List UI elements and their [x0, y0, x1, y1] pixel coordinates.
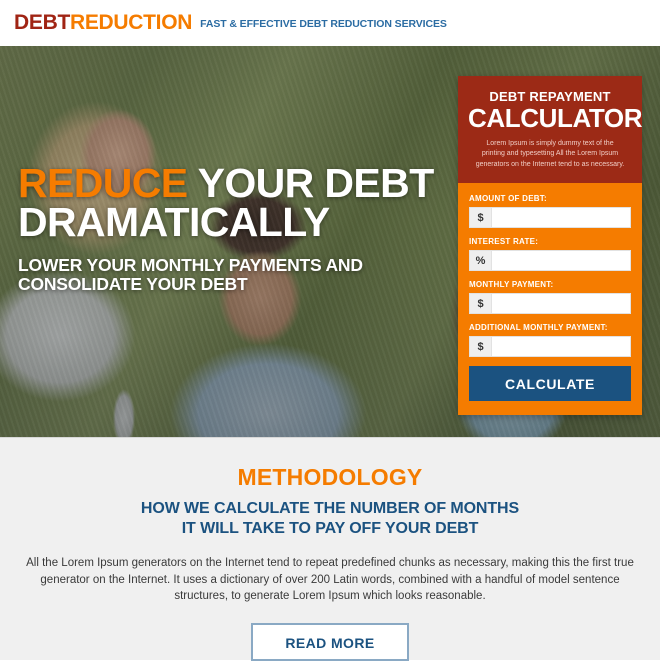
- label-amount-of-debt: AMOUNT OF DEBT:: [469, 194, 547, 204]
- methodology-subtitle-line2: IT WILL TAKE TO PAY OFF YOUR DEBT: [181, 520, 479, 537]
- currency-prefix-icon: $: [470, 294, 492, 314]
- percent-prefix-icon: %: [470, 251, 492, 271]
- hero-copy: REDUCE YOUR DEBT DRAMATICALLY LOWER YOUR…: [18, 163, 438, 295]
- site-header: DEBTREDUCTION FAST & EFFECTIVE DEBT REDU…: [0, 0, 660, 46]
- calculator-eyebrow: DEBT REPAYMENT: [489, 89, 611, 104]
- logo-word-primary: DEBT: [14, 11, 70, 34]
- field-interest-rate[interactable]: %: [469, 250, 631, 272]
- field-monthly-payment[interactable]: $: [469, 293, 631, 315]
- logo-word-secondary: REDUCTION: [69, 11, 193, 34]
- landing-page: DEBTREDUCTION FAST & EFFECTIVE DEBT REDU…: [0, 0, 660, 661]
- methodology-subtitle-line1: HOW WE CALCULATE THE NUMBER OF MONTHS: [140, 500, 520, 517]
- methodology-body-text: All the Lorem Ipsum generators on the In…: [26, 557, 634, 603]
- monthly-payment-input[interactable]: [492, 294, 630, 314]
- label-interest-rate: INTEREST RATE:: [469, 237, 539, 247]
- calculator-header: DEBT REPAYMENT CALCULATOR Lorem Ipsum is…: [458, 76, 643, 184]
- methodology-subtitle: HOW WE CALCULATE THE NUMBER OF MONTHS IT…: [0, 499, 660, 539]
- hero-headline-line2: DRAMATICALLY: [18, 199, 330, 246]
- debt-repayment-calculator: DEBT REPAYMENT CALCULATOR Lorem Ipsum is…: [458, 76, 643, 416]
- calculator-form: AMOUNT OF DEBT: $ INTEREST RATE: % MONTH…: [458, 183, 642, 416]
- hero-headline: REDUCE YOUR DEBT DRAMATICALLY: [18, 163, 438, 246]
- calculator-description: Lorem Ipsum is simply dummy text of the …: [475, 139, 625, 169]
- site-tagline: FAST & EFFECTIVE DEBT REDUCTION SERVICES: [200, 18, 447, 30]
- currency-prefix-icon: $: [470, 208, 492, 228]
- site-logo[interactable]: DEBTREDUCTION: [14, 11, 192, 35]
- field-additional-monthly-payment[interactable]: $: [469, 336, 631, 358]
- hero-subheadline-line1: LOWER YOUR MONTHLY PAYMENTS AND: [18, 254, 363, 275]
- hero-subheadline-line2: CONSOLIDATE YOUR DEBT: [18, 274, 248, 295]
- methodology-title: METHODOLOGY: [237, 464, 423, 490]
- calculator-title: CALCULATOR: [468, 103, 643, 133]
- amount-of-debt-input[interactable]: [492, 208, 630, 228]
- label-additional-monthly-payment: ADDITIONAL MONTHLY PAYMENT:: [469, 323, 608, 333]
- currency-prefix-icon: $: [470, 337, 492, 357]
- field-amount-of-debt[interactable]: $: [469, 207, 631, 229]
- label-monthly-payment: MONTHLY PAYMENT:: [469, 280, 554, 290]
- methodology-section: METHODOLOGY HOW WE CALCULATE THE NUMBER …: [0, 437, 660, 661]
- calculate-button[interactable]: CALCULATE: [469, 366, 631, 402]
- hero-subheadline: LOWER YOUR MONTHLY PAYMENTS AND CONSOLID…: [18, 254, 438, 295]
- interest-rate-input[interactable]: [492, 251, 630, 271]
- hero-section: REDUCE YOUR DEBT DRAMATICALLY LOWER YOUR…: [0, 46, 660, 437]
- additional-monthly-payment-input[interactable]: [492, 337, 630, 357]
- read-more-button[interactable]: READ MORE: [251, 623, 409, 661]
